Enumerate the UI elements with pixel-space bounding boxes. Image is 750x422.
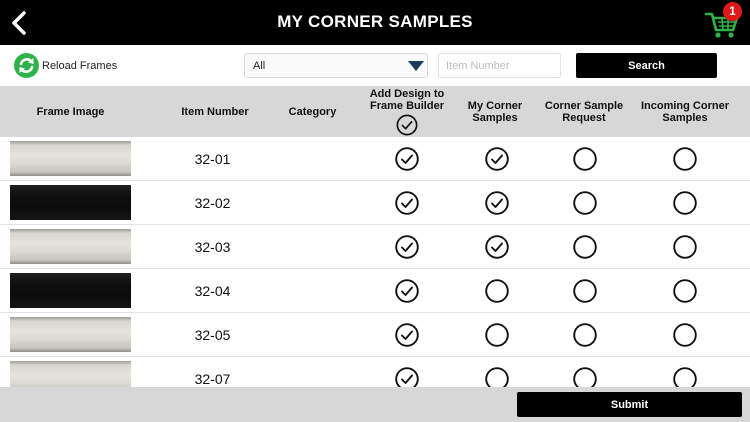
check-circle-icon[interactable] (485, 147, 509, 171)
table-row: 32-04 (0, 269, 750, 313)
table-row: 32-03 (0, 225, 750, 269)
col-add-design: Add Design to Frame Builder (362, 86, 452, 137)
check-circle-icon[interactable] (395, 147, 419, 171)
select-all-check-icon[interactable] (396, 114, 418, 136)
empty-circle-icon[interactable] (573, 279, 597, 303)
footer-bar: Submit (0, 387, 750, 422)
empty-circle-icon[interactable] (673, 191, 697, 215)
check-circle-icon[interactable] (395, 191, 419, 215)
category-cell (275, 181, 350, 225)
table-row: 32-01 (0, 137, 750, 181)
col-category: Category (288, 105, 337, 118)
dropdown-arrow-icon (408, 61, 424, 71)
item-number-cell: 32-03 (194, 239, 231, 255)
table-row: 32-02 (0, 181, 750, 225)
empty-circle-icon[interactable] (573, 323, 597, 347)
frame-thumbnail (10, 185, 131, 220)
check-circle-icon[interactable] (485, 235, 509, 259)
reload-frames-label: Reload Frames (42, 59, 118, 72)
empty-circle-icon[interactable] (485, 323, 509, 347)
col-incoming: Incoming Corner Samples (640, 99, 729, 124)
empty-circle-icon[interactable] (573, 191, 597, 215)
refresh-icon (14, 53, 39, 78)
samples-table-body: 32-01 32-02 32-03 32-04 32-05 32-07 (0, 137, 750, 387)
item-number-input[interactable] (438, 53, 561, 78)
check-circle-icon[interactable] (485, 191, 509, 215)
check-circle-icon[interactable] (395, 367, 419, 387)
item-number-cell: 32-02 (194, 195, 231, 211)
table-row: 32-05 (0, 313, 750, 357)
search-button[interactable]: Search (576, 53, 717, 78)
frame-thumbnail (10, 317, 131, 352)
cart-count-badge: 1 (723, 2, 742, 21)
category-cell (275, 269, 350, 313)
corner-samples-screen: MY CORNER SAMPLES 1 Reload Frames All It… (0, 0, 750, 422)
frame-thumbnail (10, 229, 131, 264)
empty-circle-icon[interactable] (573, 235, 597, 259)
empty-circle-icon[interactable] (573, 367, 597, 387)
filter-bar: Reload Frames All Search (0, 45, 750, 86)
empty-circle-icon[interactable] (573, 147, 597, 171)
col-my-samples: My Corner Samples (467, 99, 523, 124)
check-circle-icon[interactable] (395, 279, 419, 303)
item-number-cell: 32-07 (194, 371, 231, 387)
item-number-cell: 32-04 (194, 283, 231, 299)
category-cell (275, 357, 350, 387)
check-circle-icon[interactable] (395, 235, 419, 259)
empty-circle-icon[interactable] (673, 279, 697, 303)
frame-thumbnail (10, 361, 131, 387)
col-item-number: Item Number (181, 105, 249, 118)
empty-circle-icon[interactable] (485, 367, 509, 387)
col-sample-request: Corner Sample Request (544, 99, 624, 124)
submit-button[interactable]: Submit (517, 392, 742, 417)
empty-circle-icon[interactable] (673, 367, 697, 387)
category-select-value: All (253, 60, 266, 72)
check-circle-icon[interactable] (395, 323, 419, 347)
frame-thumbnail (10, 141, 131, 176)
empty-circle-icon[interactable] (673, 235, 697, 259)
top-bar: MY CORNER SAMPLES 1 (0, 0, 750, 45)
category-cell (275, 225, 350, 269)
page-title: MY CORNER SAMPLES (277, 12, 473, 31)
category-select[interactable]: All (244, 53, 428, 78)
empty-circle-icon[interactable] (673, 147, 697, 171)
category-cell (275, 313, 350, 357)
frame-thumbnail (10, 273, 131, 308)
category-cell (275, 137, 350, 181)
empty-circle-icon[interactable] (485, 279, 509, 303)
empty-circle-icon[interactable] (673, 323, 697, 347)
col-frame-image: Frame Image (36, 105, 105, 118)
item-number-cell: 32-01 (194, 151, 231, 167)
item-number-cell: 32-05 (194, 327, 231, 343)
table-row: 32-07 (0, 357, 750, 387)
reload-frames-button[interactable]: Reload Frames (14, 53, 117, 78)
col-add-design-label: Add Design to Frame Builder (369, 87, 445, 112)
table-header: Frame Image Item Number Category Add Des… (0, 86, 750, 137)
